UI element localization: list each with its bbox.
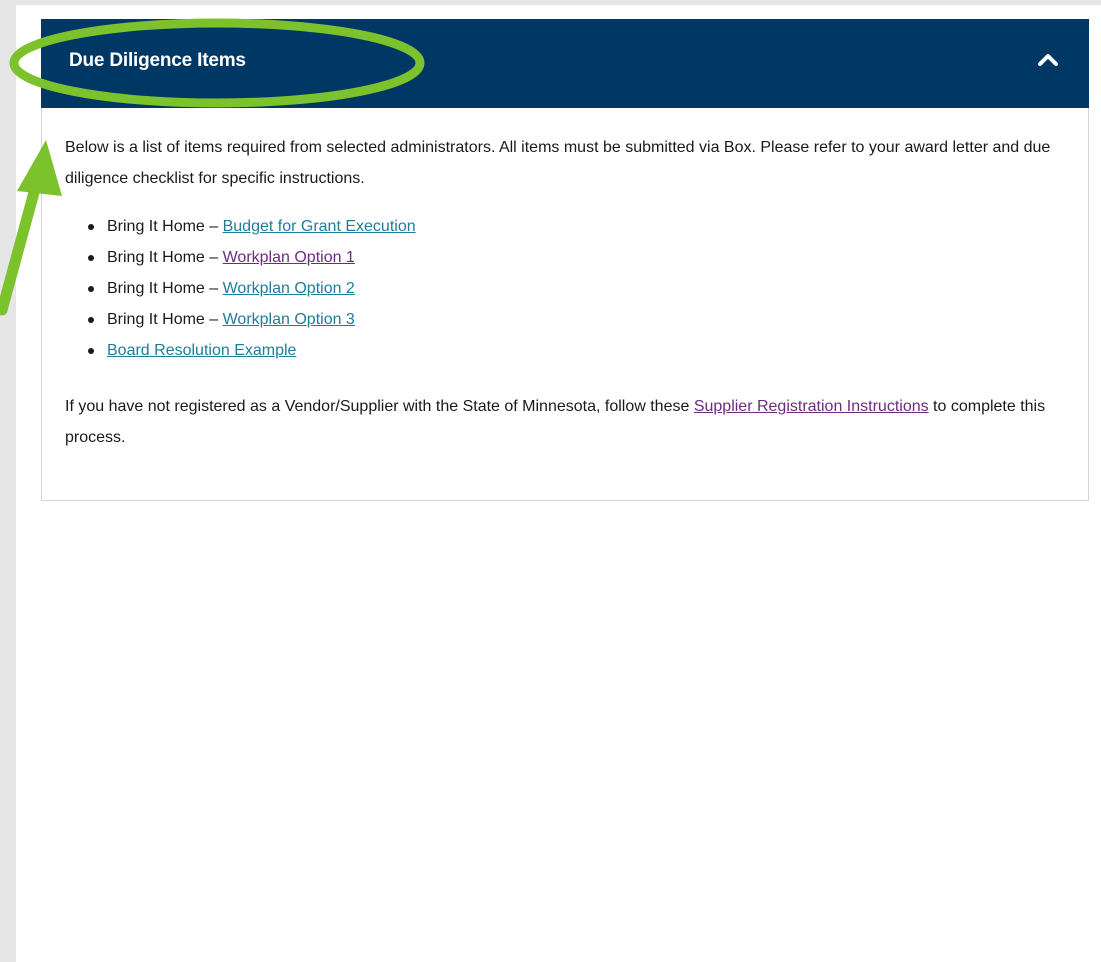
outro-before: If you have not registered as a Vendor/S… <box>65 398 694 415</box>
board-resolution-link[interactable]: Board Resolution Example <box>107 342 296 359</box>
bullet-icon <box>88 317 94 323</box>
due-diligence-accordion: Due Diligence Items Below is a list of i… <box>41 19 1089 501</box>
page: Due Diligence Items Below is a list of i… <box>0 0 1101 962</box>
bullet-icon <box>88 224 94 230</box>
bullet-icon <box>88 255 94 261</box>
list-item: Bring It Home – Workplan Option 1 <box>88 242 1055 273</box>
list-item: Bring It Home – Workplan Option 3 <box>88 304 1055 335</box>
accordion-title: Due Diligence Items <box>69 50 246 71</box>
workplan-option-3-link[interactable]: Workplan Option 3 <box>223 311 355 328</box>
window-left-edge <box>0 0 16 962</box>
bullet-icon <box>88 348 94 354</box>
window-top-edge <box>0 0 1101 5</box>
chevron-up-icon[interactable] <box>1035 47 1061 73</box>
list-item: Bring It Home – Workplan Option 2 <box>88 273 1055 304</box>
item-prefix: Bring It Home – <box>107 218 223 235</box>
budget-link[interactable]: Budget for Grant Execution <box>223 218 416 235</box>
list-item: Bring It Home – Budget for Grant Executi… <box>88 211 1055 242</box>
item-prefix: Bring It Home – <box>107 280 223 297</box>
workplan-option-2-link[interactable]: Workplan Option 2 <box>223 280 355 297</box>
accordion-body: Below is a list of items required from s… <box>65 132 1055 453</box>
supplier-registration-text: If you have not registered as a Vendor/S… <box>65 391 1055 453</box>
items-list: Bring It Home – Budget for Grant Executi… <box>65 211 1055 366</box>
bullet-icon <box>88 286 94 292</box>
list-item: Board Resolution Example <box>88 335 1055 366</box>
accordion-header[interactable]: Due Diligence Items <box>41 19 1089 108</box>
item-prefix: Bring It Home – <box>107 311 223 328</box>
workplan-option-1-link[interactable]: Workplan Option 1 <box>223 249 355 266</box>
intro-text: Below is a list of items required from s… <box>65 139 1051 187</box>
supplier-registration-link[interactable]: Supplier Registration Instructions <box>694 398 929 415</box>
item-prefix: Bring It Home – <box>107 249 223 266</box>
